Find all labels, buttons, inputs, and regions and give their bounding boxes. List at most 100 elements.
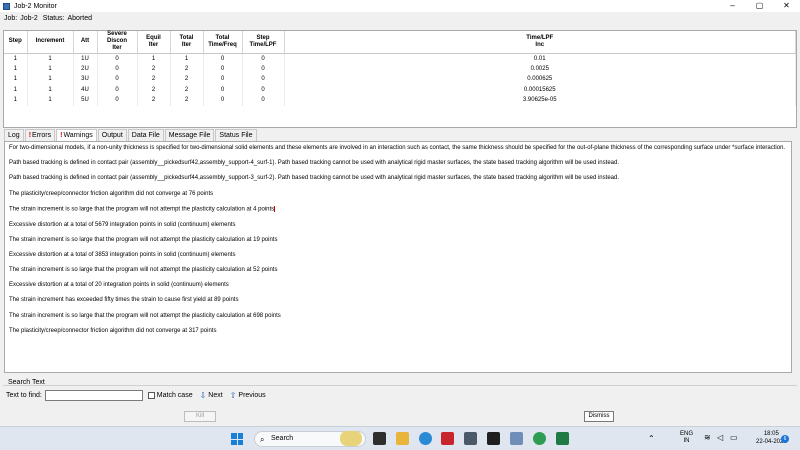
find-input[interactable] [44,390,143,401]
up-arrow-icon[interactable]: ⇧ [230,391,237,400]
kill-button[interactable]: Kill [184,411,216,422]
tab-label: Warnings [63,132,93,139]
taskbar-search-label: Search [271,435,294,442]
table-cell: 0 [242,53,285,64]
table-cell: 0 [97,63,138,74]
table-cell: 2 [137,84,171,95]
tab-data-file[interactable]: Data File [127,129,164,141]
table-cell: 1 [4,74,28,85]
table-cell: 2 [170,95,204,106]
table-cell: 2U [73,63,98,74]
battery-icon[interactable]: ▭ [730,434,738,442]
column-header[interactable]: Total Time/Freq [203,31,243,54]
chrome-icon[interactable] [533,432,546,445]
match-case-checkbox[interactable] [147,392,155,399]
language-indicator[interactable]: ENG IN [680,431,693,445]
table-row[interactable]: 1 1 4U 0 2 2 0 0 0.00015625 [4,84,796,95]
column-header[interactable]: Time/LPF Inc [284,31,796,54]
status-table: Step Increment Att Severe Discon Iter Equil … [4,31,796,106]
wifi-icon[interactable]: ≋ [704,434,711,442]
warning-message: Path based tracking is defined in contac… [9,175,787,182]
column-header[interactable]: Att [73,31,98,54]
mcafee-icon[interactable] [441,432,454,445]
table-row[interactable]: 1 1 1U 0 1 1 0 0 0.01 [4,53,796,64]
warning-message-text: Path based tracking is defined in contac… [9,160,619,167]
warning-message: Excessive distortion at a total of 5679 … [9,222,787,229]
tab-output[interactable]: Output [97,129,127,141]
table-cell: 1 [27,53,74,64]
table-cell: 1 [27,95,74,106]
column-header[interactable]: Total Iter [170,31,204,54]
find-label: Text to find: [6,392,42,399]
edge-icon[interactable] [419,432,432,445]
table-cell: 2 [170,63,204,74]
table-cell: 1 [137,53,171,64]
close-button[interactable]: ✕ [773,0,800,12]
terminal-icon[interactable] [487,432,500,445]
tab-label: Log [8,132,20,139]
table-cell: 1 [4,95,28,106]
column-header[interactable]: Severe Discon Iter [97,31,138,54]
title-bar: Job-2 Monitor – ▢ ✕ [0,0,800,12]
warning-message-text: Excessive distortion at a total of 3853 … [9,251,236,258]
tab-label: Output [101,132,123,139]
status-value: Aborted [67,15,93,22]
table-cell: 0 [203,84,243,95]
table-cell: 1 [27,74,74,85]
table-cell: 2 [137,95,171,106]
table-row[interactable]: 1 1 5U 0 2 2 0 0 3.90625e-05 [4,95,796,106]
tab-errors[interactable]: !Errors [24,129,56,141]
table-cell: 1 [170,53,204,64]
column-header[interactable]: Increment [27,31,74,54]
store-icon[interactable] [464,432,477,445]
dismiss-button[interactable]: Dismiss [584,411,614,422]
excel-icon[interactable] [556,432,569,445]
region-label: IN [683,438,690,444]
file-explorer-icon[interactable] [396,432,409,445]
warning-message-text: Excessive distortion at a total of 5679 … [9,221,236,228]
notification-badge[interactable]: 6 [781,435,789,443]
warnings-message-pane[interactable]: For two-dimensional models, if a non-uni… [4,141,792,373]
job-label: Job: [4,15,18,22]
column-header[interactable]: Step [4,31,28,54]
maximize-button[interactable]: ▢ [746,0,773,12]
speaker-icon[interactable]: ◁ [717,434,723,442]
match-case-label: Match case [156,392,193,399]
previous-button[interactable]: Previous [238,392,265,399]
table-row[interactable]: 1 1 2U 0 2 2 0 0 0.0025 [4,63,796,74]
minimize-button[interactable]: – [719,0,746,12]
down-arrow-icon[interactable]: ⇩ [200,391,207,400]
column-header[interactable]: Equil Iter [137,31,171,54]
search-icon: ⌕ [260,435,265,444]
table-cell: 0 [203,74,243,85]
table-row[interactable]: 1 1 3U 0 2 2 0 0 0.000625 [4,74,796,85]
table-cell: 0 [242,84,285,95]
warning-message-text: The plasticity/creep/connector friction … [9,190,214,197]
next-button[interactable]: Next [208,392,222,399]
table-cell: 0 [242,63,285,74]
warning-message-text: The strain increment has exceeded fifty … [9,297,239,304]
windows-start-icon[interactable] [231,433,243,445]
tab-warnings[interactable]: !Warnings [56,129,97,141]
tab-label: Data File [131,132,160,139]
chevron-up-icon[interactable]: ⌃ [648,435,655,443]
table-cell: 2 [170,84,204,95]
warning-exclamation-icon: ! [28,132,32,139]
tab-label: Message File [168,132,211,139]
tab-message-file[interactable]: Message File [164,129,215,141]
tab-status-file[interactable]: Status File [215,129,257,141]
task-view-icon[interactable] [373,432,386,445]
table-cell: 0.000625 [284,74,796,85]
widgets-icon[interactable] [340,431,362,446]
warning-message: Excessive distortion at a total of 3853 … [9,252,787,259]
tab-log[interactable]: Log [4,129,24,141]
warning-message: Excessive distortion at a total of 20 in… [9,282,787,289]
abaqus-icon[interactable] [510,432,523,445]
text-cursor [274,205,276,212]
warning-message: The strain increment is so large that th… [9,313,787,320]
table-cell: 1 [4,53,28,64]
column-header[interactable]: Step Time/LPF [242,31,285,54]
table-cell: 1U [73,53,98,64]
status-table-container: Step Increment Att Severe Discon Iter Equil … [3,30,797,128]
table-cell: 0 [97,95,138,106]
